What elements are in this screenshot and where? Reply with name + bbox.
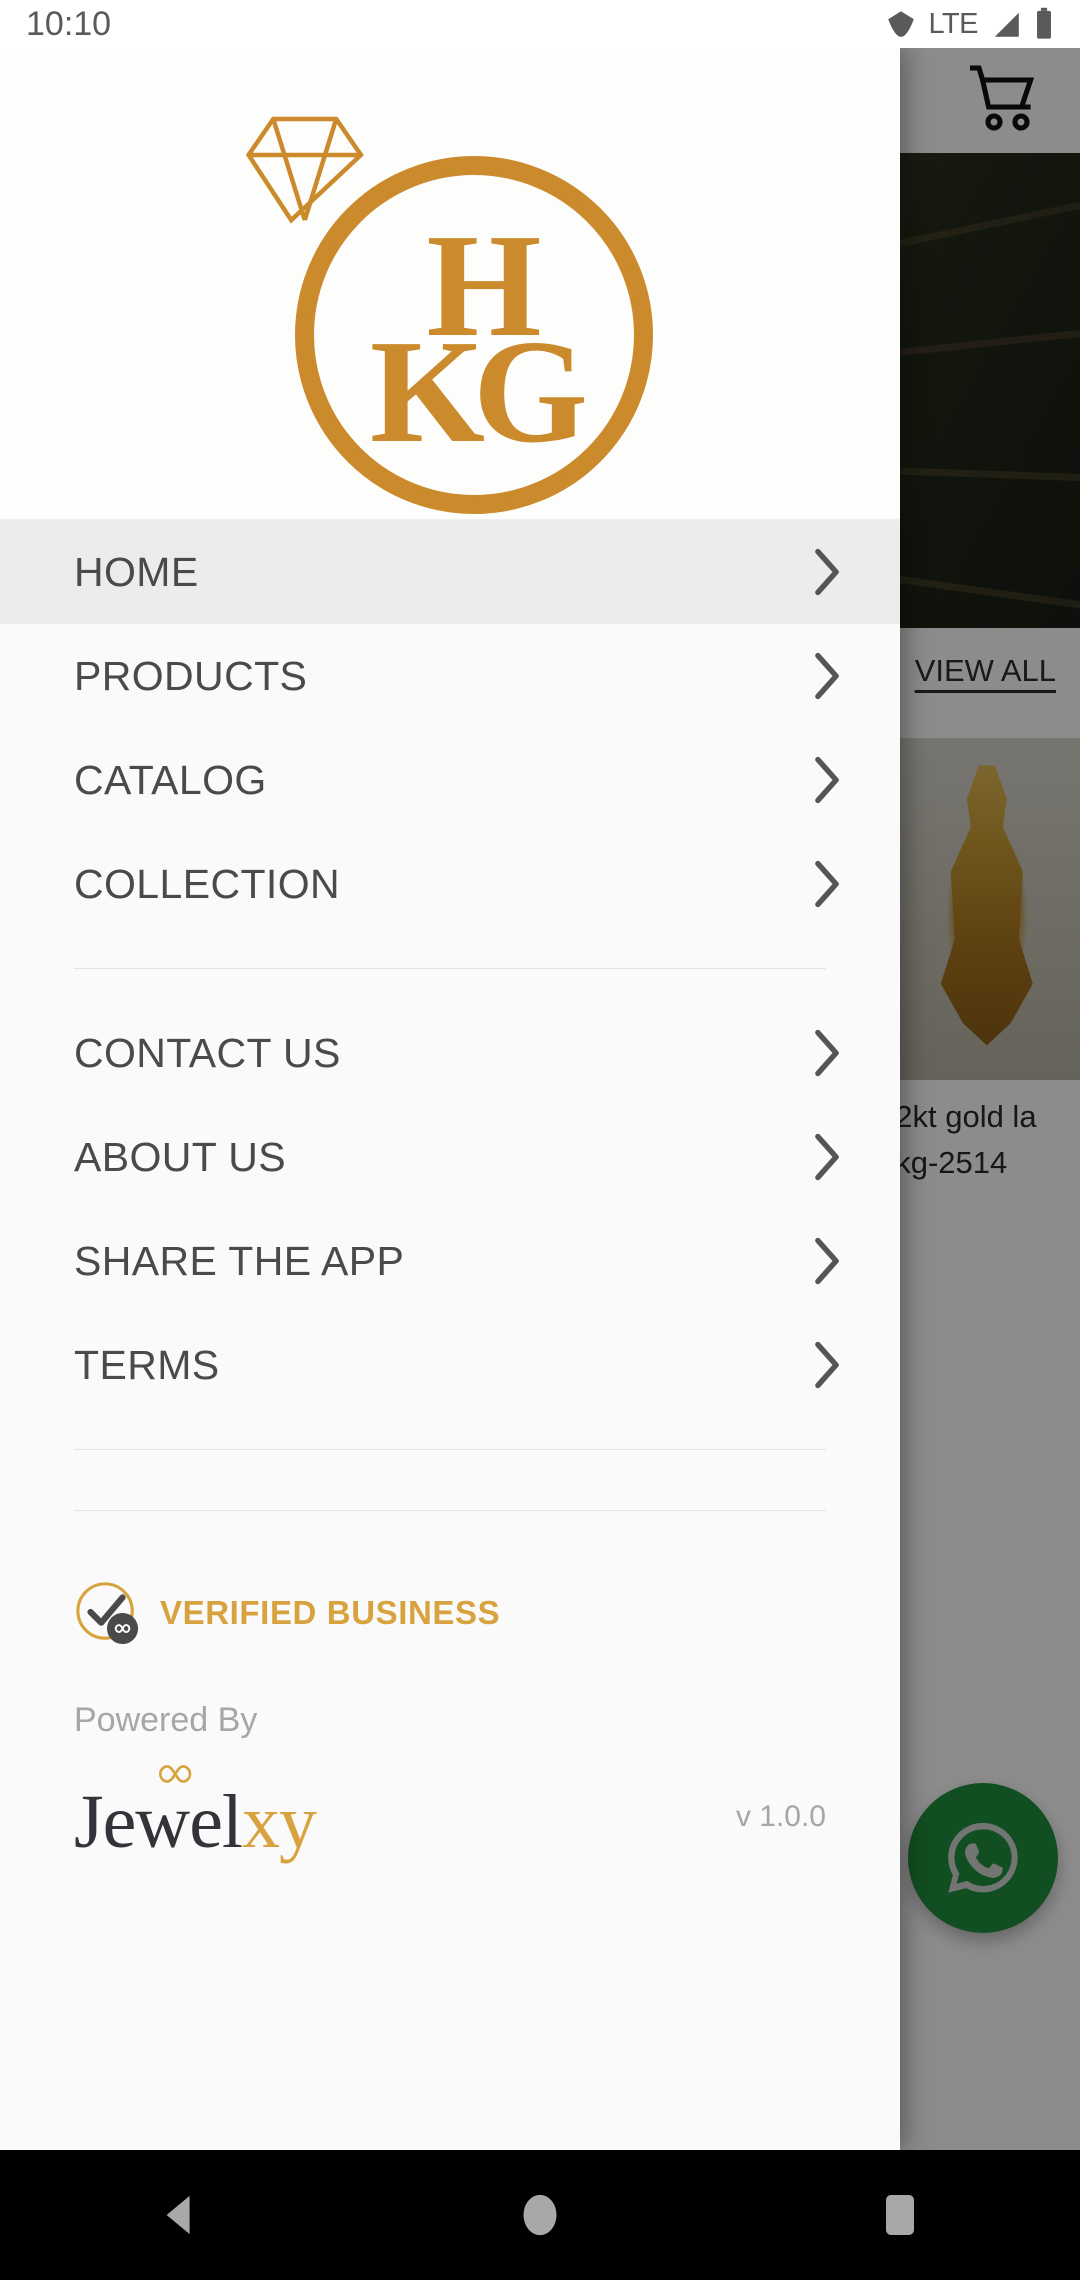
signal-icon [994, 12, 1019, 37]
chevron-right-icon [810, 547, 844, 597]
jewelxy-brand-dark: Jewel [74, 1780, 243, 1864]
verified-business-badge: VERIFIED BUSINESS [0, 1567, 900, 1659]
jewelxy-brand-accent: xy [242, 1780, 317, 1864]
menu-item-products[interactable]: PRODUCTS [0, 624, 900, 728]
menu-item-label: COLLECTION [74, 860, 340, 907]
app-screen: VIEW ALL 22kt gold la hkg-2514 H KG HOME… [0, 0, 1080, 2280]
menu-item-label: HOME [74, 548, 199, 595]
android-nav-bar [0, 2150, 1080, 2280]
logo-monogram: H KG [323, 190, 623, 490]
menu-item-label: PRODUCTS [74, 652, 308, 699]
verified-check-icon [74, 1580, 140, 1646]
recents-square-icon[interactable] [840, 2150, 960, 2280]
menu-item-label: SHARE THE APP [74, 1237, 405, 1284]
battery-icon [1037, 7, 1051, 39]
menu-item-contact-us[interactable]: CONTACT US [0, 1001, 900, 1105]
app-version: v 1.0.0 [735, 1800, 826, 1833]
menu-item-label: ABOUT US [74, 1133, 287, 1180]
menu-item-share-the-app[interactable]: SHARE THE APP [0, 1209, 900, 1313]
menu-item-label: CONTACT US [74, 1029, 341, 1076]
chevron-right-icon [810, 1236, 844, 1286]
chevron-right-icon [810, 859, 844, 909]
chevron-right-icon [810, 1340, 844, 1390]
drawer-footer: Jewelxy v 1.0.0 [0, 1765, 900, 1860]
verified-business-label: VERIFIED BUSINESS [160, 1594, 501, 1631]
chevron-right-icon [810, 1028, 844, 1078]
menu-item-label: TERMS [74, 1341, 220, 1388]
secondary-menu-group: CONTACT US ABOUT US SHARE THE APP TERMS [0, 1001, 900, 1417]
navigation-drawer: H KG HOME PRODUCTS CATALOG COLLECTION CO… [0, 48, 900, 2150]
status-icons: LTE [885, 7, 1054, 41]
status-bar: 10:10 LTE [0, 0, 1080, 48]
jewelxy-logo[interactable]: Jewelxy [74, 1765, 317, 1860]
status-time: 10:10 [26, 4, 112, 43]
monogram-kg: KG [369, 309, 588, 474]
network-type-label: LTE [928, 7, 978, 40]
home-circle-icon[interactable] [480, 2150, 600, 2280]
chevron-right-icon [810, 651, 844, 701]
drawer-header-logo: H KG [0, 48, 900, 520]
chevron-right-icon [810, 755, 844, 805]
back-triangle-icon[interactable] [120, 2150, 240, 2280]
hkg-jewellers-logo: H KG [235, 94, 665, 514]
powered-by-label: Powered By [74, 1701, 258, 1739]
menu-item-terms[interactable]: TERMS [0, 1313, 900, 1417]
infinity-icon [158, 1765, 192, 1783]
primary-menu-group: HOME PRODUCTS CATALOG COLLECTION [0, 520, 900, 936]
wifi-icon [888, 11, 915, 37]
menu-item-about-us[interactable]: ABOUT US [0, 1105, 900, 1209]
menu-item-home[interactable]: HOME [0, 520, 900, 624]
menu-item-collection[interactable]: COLLECTION [0, 832, 900, 936]
menu-item-catalog[interactable]: CATALOG [0, 728, 900, 832]
menu-item-label: CATALOG [74, 756, 267, 803]
chevron-right-icon [810, 1132, 844, 1182]
